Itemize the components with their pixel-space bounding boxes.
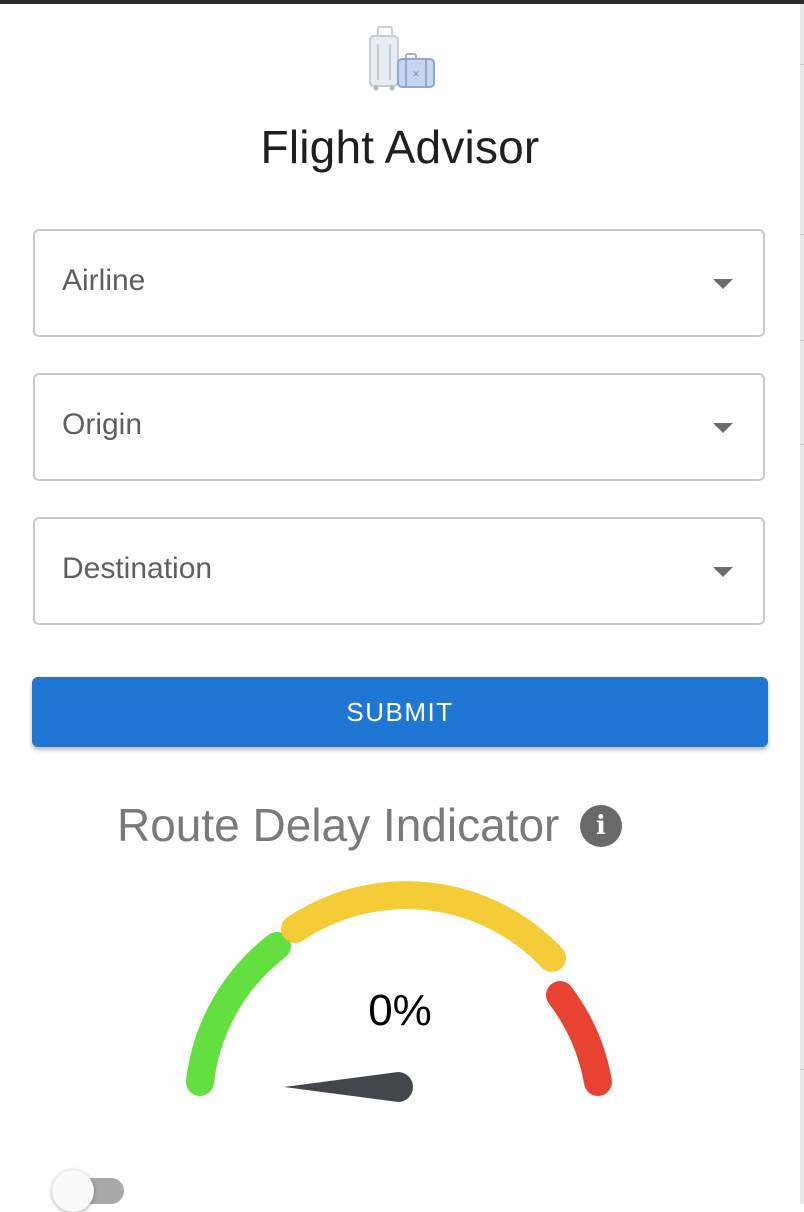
svg-text:✕: ✕	[412, 70, 420, 80]
airline-select[interactable]: Airline	[33, 229, 765, 337]
gauge-segment-low	[186, 932, 291, 1096]
toggle-thumb	[52, 1170, 94, 1212]
chevron-down-icon	[713, 279, 733, 289]
destination-select-label: Destination	[62, 552, 213, 585]
app-title: Flight Advisor	[260, 121, 540, 173]
submit-button[interactable]: SUBMIT	[32, 677, 768, 747]
origin-select[interactable]: Origin	[33, 373, 765, 481]
info-icon[interactable]: i	[580, 805, 622, 847]
chevron-down-icon	[713, 423, 733, 433]
origin-select-label: Origin	[62, 408, 143, 441]
gauge-value: 0%	[368, 986, 432, 1035]
airline-select-label: Airline	[62, 264, 146, 297]
background-window-edge	[800, 4, 804, 1204]
window-top-border	[0, 0, 804, 4]
toggle-switch[interactable]	[46, 1166, 128, 1212]
destination-select[interactable]: Destination	[33, 517, 765, 625]
luggage-icon: ✕	[369, 26, 435, 91]
gauge-needle	[284, 1072, 413, 1102]
gauge-segment-medium	[281, 881, 566, 972]
gauge-title: Route Delay Indicator	[117, 799, 560, 851]
gauge-segment-high	[546, 981, 612, 1096]
chevron-down-icon	[713, 567, 733, 577]
